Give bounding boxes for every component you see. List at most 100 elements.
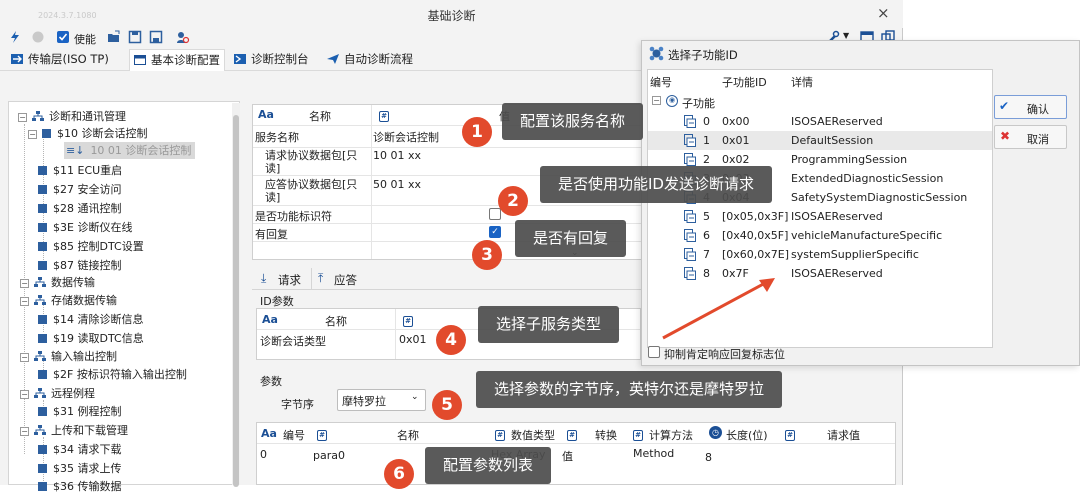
- tree-node[interactable]: $14 清除诊断信息: [38, 311, 144, 328]
- tab-basic-diagnostic-config[interactable]: 基本诊断配置: [129, 49, 225, 71]
- cancel-button[interactable]: ✖ 取消: [994, 125, 1067, 149]
- param-name[interactable]: para0: [313, 449, 345, 462]
- subfunction-id: 0x01: [722, 134, 750, 147]
- tree-node-label: $11 ECU重启: [53, 164, 123, 177]
- tree-node-label: $10 诊断会话控制: [57, 127, 148, 140]
- tree-node[interactable]: $36 传输数据: [38, 478, 122, 495]
- tree-node-label: 存储数据传输: [51, 294, 117, 307]
- tree-node[interactable]: − 数据传输: [20, 274, 95, 291]
- tree-node-label: 上传和下载管理: [51, 424, 128, 437]
- checkbox-icon[interactable]: [56, 30, 70, 44]
- tree-node[interactable]: $19 读取DTC信息: [38, 330, 144, 347]
- user-search-icon[interactable]: [176, 30, 190, 44]
- byte-order-value: 摩特罗拉: [342, 395, 386, 408]
- subfunction-detail: vehicleManufactureSpecific: [791, 229, 943, 242]
- subfunction-no: 2: [703, 153, 710, 166]
- list-icon: ≡↓: [66, 144, 85, 157]
- subfunction-row[interactable]: 0 0x00 ISOSAEReserved: [648, 112, 992, 131]
- tree-node[interactable]: $85 控制DTC设置: [38, 238, 144, 255]
- param-method[interactable]: Method: [633, 447, 674, 460]
- param-length[interactable]: 8: [705, 451, 712, 464]
- subfunction-detail: DefaultSession: [791, 134, 874, 147]
- subfunction-row[interactable]: 5 [0x05,0x3F] ISOSAEReserved: [648, 207, 992, 226]
- tree-node[interactable]: $35 请求上传: [38, 460, 122, 477]
- hierarchy-icon: [34, 295, 46, 305]
- subfunction-row[interactable]: 1 0x01 DefaultSession: [648, 131, 992, 150]
- service-icon: [42, 129, 51, 138]
- chevron-down-icon[interactable]: ▼: [843, 31, 849, 40]
- hierarchy-icon: [34, 277, 46, 287]
- open-folder-icon[interactable]: [107, 30, 121, 44]
- tree-node[interactable]: $87 链接控制: [38, 257, 122, 274]
- prop-name: 应答协议数据包[只读]: [265, 178, 358, 204]
- tab-label: 基本诊断配置: [151, 53, 220, 67]
- collapse-icon[interactable]: −: [20, 427, 29, 436]
- tab-transport-layer[interactable]: 传输层(ISO TP): [11, 51, 109, 69]
- tree-node-label: $36 传输数据: [53, 480, 122, 493]
- tree-scrollbar[interactable]: [232, 103, 240, 487]
- param-conv[interactable]: 值: [562, 448, 573, 464]
- subfunction-id: 0x02: [722, 153, 750, 166]
- tab-response[interactable]: 应答: [334, 272, 357, 288]
- save-as-icon[interactable]: [149, 30, 163, 44]
- column-header: 编号: [283, 429, 305, 442]
- tree-node-label: $2F 按标识符输入输出控制: [53, 368, 187, 381]
- clock-icon: ◷: [709, 426, 722, 439]
- tree-node[interactable]: − 上传和下载管理: [20, 422, 128, 439]
- tab-diagnostic-console[interactable]: 诊断控制台: [234, 51, 309, 69]
- ok-button[interactable]: ✔ 确认: [994, 95, 1067, 119]
- collapse-icon[interactable]: −: [20, 297, 29, 306]
- tree-node[interactable]: $27 安全访问: [38, 181, 122, 198]
- tree-node[interactable]: − 远程例程: [20, 385, 95, 402]
- callout-box: 选择子服务类型: [478, 306, 620, 343]
- lightning-icon[interactable]: [8, 30, 22, 44]
- has-reply-checkbox[interactable]: ✓: [489, 226, 501, 238]
- tree-node-label: 数据传输: [51, 276, 95, 289]
- tree-node[interactable]: ≡↓ 10 01 诊断会话控制: [64, 142, 196, 159]
- byte-order-select[interactable]: 摩特罗拉 ⌄: [337, 389, 426, 411]
- column-header: 长度(位): [726, 429, 768, 442]
- tree-node[interactable]: $28 通讯控制: [38, 200, 122, 217]
- save-icon[interactable]: [128, 30, 142, 44]
- enable-label[interactable]: 使能: [74, 31, 96, 47]
- tab-request[interactable]: 请求: [278, 272, 301, 288]
- tree-node[interactable]: $3E 诊断仪在线: [38, 219, 132, 236]
- prop-name: 请求协议数据包[只读]: [265, 149, 358, 175]
- tree-node-label: $35 请求上传: [53, 462, 122, 475]
- tree-node-label: $27 安全访问: [53, 183, 122, 196]
- callout-box: 配置该服务名称: [502, 103, 644, 140]
- tree-node[interactable]: − 输入输出控制: [20, 348, 117, 365]
- column-header-no: 编号: [650, 76, 672, 89]
- tree-node[interactable]: $2F 按标识符输入输出控制: [38, 366, 187, 383]
- collapse-icon[interactable]: −: [20, 353, 29, 362]
- collapse-icon[interactable]: −: [18, 113, 27, 122]
- tree-node[interactable]: − 存储数据传输: [20, 292, 117, 309]
- functional-id-checkbox[interactable]: [489, 208, 501, 220]
- hash-icon: #: [567, 427, 577, 441]
- tree-node-label: 诊断和通讯管理: [49, 110, 126, 123]
- collapse-icon[interactable]: −: [28, 130, 37, 139]
- subfunction-no: 6: [703, 229, 710, 242]
- collapse-icon[interactable]: −: [20, 279, 29, 288]
- column-header: 请求值: [827, 429, 860, 442]
- tree-node[interactable]: $34 请求下载: [38, 441, 122, 458]
- root-row[interactable]: − ◉ 子功能: [648, 93, 992, 112]
- tree-node[interactable]: − $10 诊断会话控制: [28, 125, 148, 142]
- prop-value[interactable]: 诊断会话控制: [373, 129, 439, 145]
- tab-auto-diagnostic-flow[interactable]: 自动诊断流程: [327, 51, 413, 69]
- subfunction-row[interactable]: 6 [0x40,0x5F] vehicleManufactureSpecific: [648, 226, 992, 245]
- close-button[interactable]: ×: [877, 4, 890, 22]
- collapse-icon[interactable]: −: [20, 390, 29, 399]
- tree-node[interactable]: − 诊断和通讯管理: [18, 108, 126, 125]
- id-param-value[interactable]: 0x01: [399, 333, 427, 346]
- tree-node[interactable]: $11 ECU重启: [38, 162, 122, 179]
- collapse-icon[interactable]: −: [652, 96, 661, 105]
- tree-node[interactable]: $31 例程控制: [38, 403, 122, 420]
- prop-name: 有回复: [255, 228, 288, 241]
- tree-node-label: $28 通讯控制: [53, 202, 122, 215]
- stop-icon[interactable]: [31, 30, 45, 44]
- hash-icon: #: [317, 427, 327, 441]
- request-response-tabs: ⤓ 请求 ⤒ 应答: [252, 268, 647, 290]
- subfunction-row[interactable]: 7 [0x60,0x7E] systemSupplierSpecific: [648, 245, 992, 264]
- step-badge: 1: [462, 117, 492, 147]
